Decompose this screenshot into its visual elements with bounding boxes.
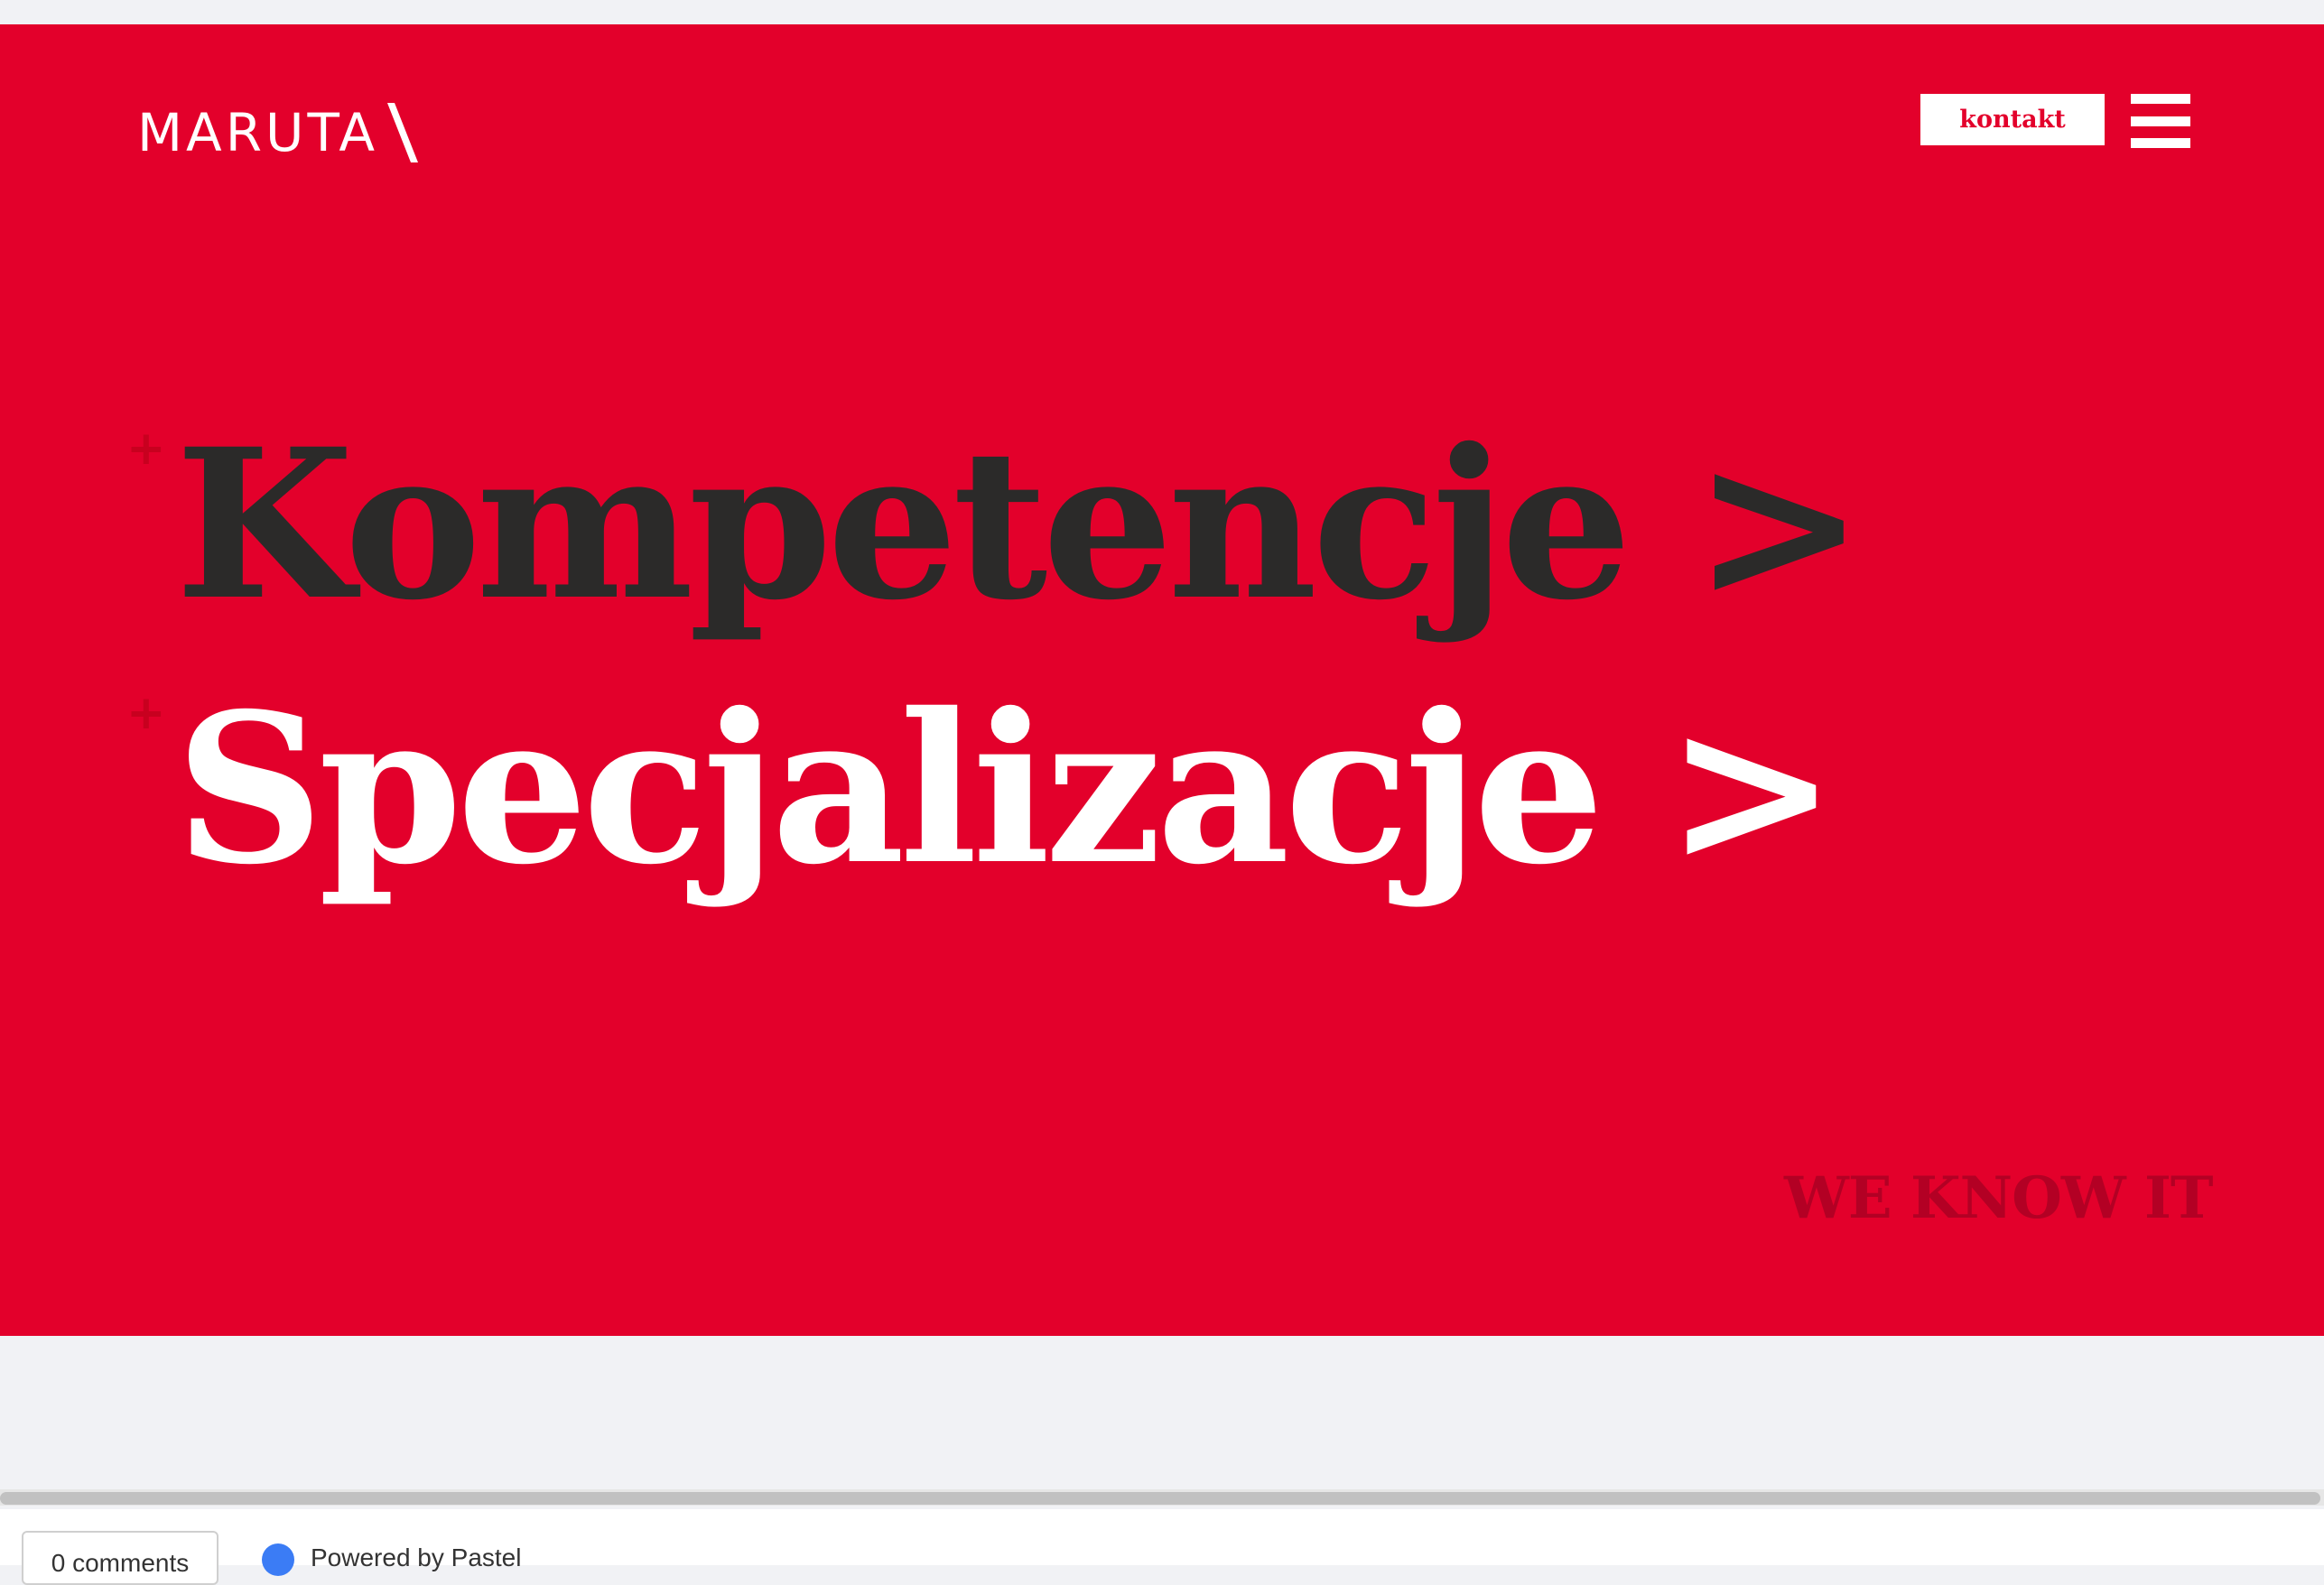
hero-section: MARUTA kontakt + Kompetencje > + Specjal… [0,24,2324,1336]
comments-bar: 0 comments Powered by Pastel [0,1509,2324,1585]
hamburger-bar [2131,138,2190,148]
logo-slash-icon [387,103,419,162]
logo-text: MARUTA [137,102,379,163]
menu-item-kompetencje[interactable]: + Kompetencje > [126,422,1865,627]
contact-button[interactable]: kontakt [1920,94,2105,145]
horizontal-scrollbar[interactable] [0,1489,2324,1506]
menu-item-specjalizacje[interactable]: + Specjalizacje > [126,686,1837,892]
hamburger-bar [2131,94,2190,104]
menu-item-label[interactable]: Specjalizacje > [175,686,1837,892]
powered-by-link[interactable]: Powered by Pastel [262,1543,521,1576]
comments-button[interactable]: 0 comments [22,1531,218,1585]
tagline: WE KNOW IT [1784,1164,2214,1232]
plus-icon: + [126,422,166,476]
hamburger-bar [2131,116,2190,126]
menu-item-label[interactable]: Kompetencje > [175,422,1865,627]
powered-by-label: Powered by Pastel [311,1543,522,1571]
hamburger-icon[interactable] [2131,94,2190,148]
scrollbar-thumb[interactable] [0,1492,2320,1505]
pastel-icon [262,1543,294,1576]
plus-icon: + [126,686,166,740]
maruta-logo[interactable]: MARUTA [137,88,419,178]
